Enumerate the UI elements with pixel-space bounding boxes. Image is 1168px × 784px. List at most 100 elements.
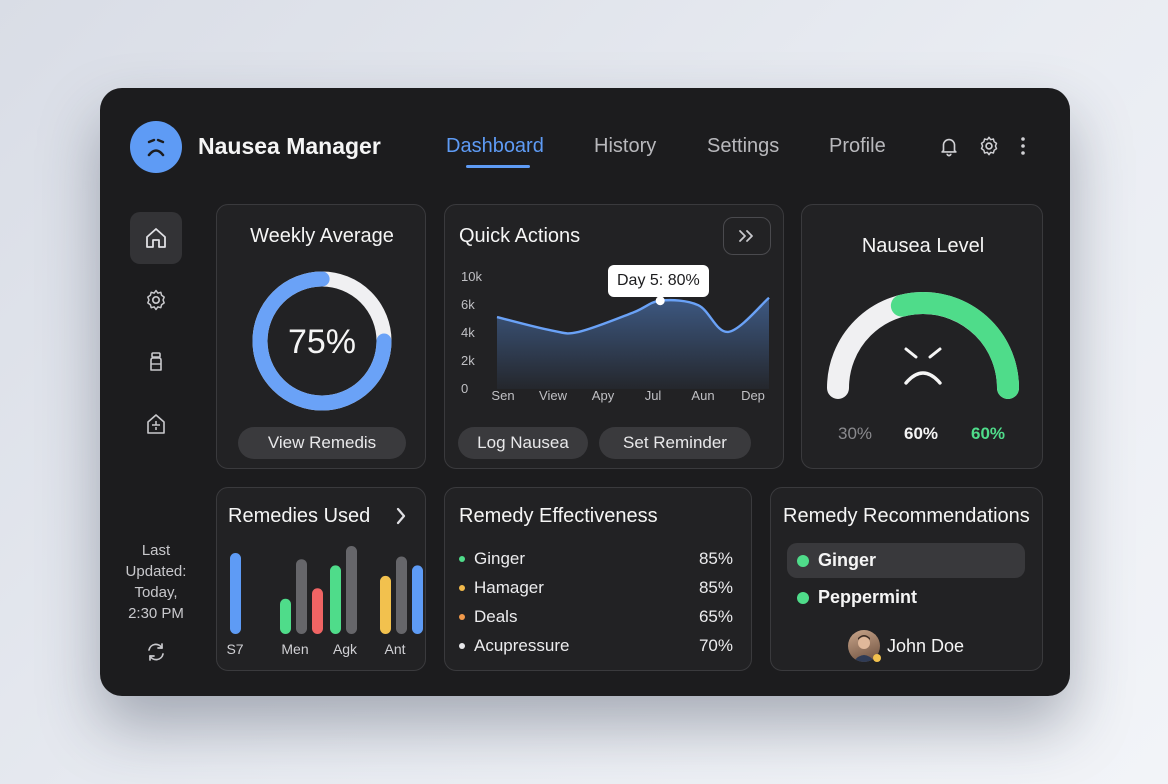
sidebar-item-settings[interactable] bbox=[130, 274, 182, 326]
bar-s7[interactable] bbox=[230, 553, 241, 634]
legend-dot bbox=[459, 643, 465, 649]
remedy-effectiveness-card: Remedy Effectiveness Ginger 85% Hamager 85%… bbox=[444, 487, 752, 671]
quick-actions-card: Quick Actions 10k 6k 4k 2k 0 Sen View Apy Jul Au… bbox=[444, 204, 784, 469]
remedy-name: Hamager bbox=[474, 578, 544, 597]
refresh-icon bbox=[148, 643, 164, 661]
chevron-right-icon[interactable] bbox=[395, 507, 407, 525]
effectiveness-row[interactable]: Deals 65% bbox=[459, 606, 733, 628]
user-name: John Doe bbox=[887, 636, 965, 656]
gear-icon[interactable] bbox=[976, 133, 1002, 159]
bar-ant[interactable] bbox=[380, 575, 391, 634]
effectiveness-row[interactable]: Acupressure 70% bbox=[459, 635, 733, 657]
double-chevron-right-icon bbox=[739, 230, 753, 242]
x-tick-label: Sen bbox=[491, 388, 514, 403]
tab-profile[interactable]: Profile bbox=[829, 135, 886, 158]
quick-actions-title: Quick Actions bbox=[459, 225, 581, 247]
y-tick-label: 6k bbox=[461, 297, 475, 312]
legend-dot bbox=[459, 614, 465, 620]
remedy-percentage: 85% bbox=[698, 549, 733, 568]
sidebar-item-cabinet[interactable] bbox=[130, 398, 182, 450]
tab-history[interactable]: History bbox=[594, 135, 656, 158]
last-updated-line: Today, bbox=[134, 584, 178, 601]
bar-men[interactable] bbox=[296, 559, 307, 634]
sidebar-item-remedies[interactable] bbox=[130, 336, 182, 388]
recommendation-label: Peppermint bbox=[818, 587, 918, 607]
effectiveness-row[interactable]: Hamager 85% bbox=[459, 577, 733, 599]
bell-icon[interactable] bbox=[936, 133, 962, 159]
last-updated-line: Updated: bbox=[125, 563, 187, 580]
chart-tooltip: Day 5: 80% bbox=[608, 265, 709, 297]
weekly-average-value: 75% bbox=[288, 323, 356, 361]
expand-button[interactable] bbox=[723, 217, 771, 255]
x-tick-label: Aun bbox=[691, 388, 714, 403]
remedy-percentage: 85% bbox=[698, 578, 733, 597]
tab-settings[interactable]: Settings bbox=[707, 135, 779, 158]
y-tick-label: 10k bbox=[461, 269, 482, 284]
more-vertical-icon[interactable] bbox=[1010, 133, 1036, 159]
bar-men[interactable] bbox=[312, 588, 323, 634]
active-tab-indicator bbox=[466, 165, 530, 168]
bar-ant[interactable] bbox=[412, 565, 423, 634]
gauge-label-current: 60% bbox=[904, 424, 939, 443]
remedy-name: Acupressure bbox=[474, 636, 570, 655]
effectiveness-row[interactable]: Ginger 85% bbox=[459, 548, 733, 570]
legend-dot bbox=[459, 556, 465, 562]
y-tick-label: 2k bbox=[461, 353, 475, 368]
sidebar-item-home[interactable] bbox=[130, 212, 182, 264]
x-tick-label: Apy bbox=[592, 388, 615, 403]
remedy-percentage: 65% bbox=[698, 607, 733, 626]
remedies-used-chart: S7 Men Agk Ant bbox=[226, 546, 423, 657]
cabinet-icon bbox=[147, 414, 165, 434]
remedy-percentage: 70% bbox=[698, 636, 733, 655]
y-tick-label: 0 bbox=[461, 381, 468, 396]
home-icon bbox=[146, 228, 166, 248]
app-window: Nausea Manager Dashboard History Setting… bbox=[100, 88, 1070, 696]
bar-men[interactable] bbox=[280, 598, 291, 634]
nausea-level-gauge bbox=[827, 292, 1019, 399]
bar-category-label: Ant bbox=[384, 641, 405, 657]
bar-category-label: S7 bbox=[226, 641, 243, 657]
bar-ant[interactable] bbox=[396, 556, 407, 634]
remedy-name: Deals bbox=[474, 607, 518, 626]
log-nausea-button[interactable]: Log Nausea bbox=[458, 427, 588, 459]
last-updated-line: 2:30 PM bbox=[128, 605, 184, 622]
sad-face-icon bbox=[147, 138, 165, 157]
refresh-button[interactable] bbox=[130, 626, 182, 678]
weekly-average-card: Weekly Average 75% View Remedis bbox=[216, 204, 426, 469]
x-tick-label: Dep bbox=[741, 388, 765, 403]
remedy-name: Ginger bbox=[474, 549, 526, 568]
settings-icon bbox=[147, 289, 165, 311]
chart-highlight-point[interactable] bbox=[655, 296, 665, 306]
tab-dashboard[interactable]: Dashboard bbox=[446, 135, 544, 158]
weekly-average-ring: 75% bbox=[252, 271, 392, 411]
legend-dot bbox=[459, 585, 465, 591]
sad-face-icon bbox=[904, 347, 942, 385]
nausea-level-title: Nausea Level bbox=[861, 235, 985, 257]
bottle-icon bbox=[150, 352, 162, 371]
nausea-level-card: Nausea Level 30% 60% 60% bbox=[801, 204, 1043, 469]
y-tick-label: 4k bbox=[461, 325, 475, 340]
status-dot bbox=[797, 591, 809, 604]
remedies-used-card: Remedies Used S7 Men Agk Ant bbox=[216, 487, 426, 671]
gauge-label-high: 60% bbox=[971, 424, 1006, 443]
bar-agk[interactable] bbox=[346, 546, 357, 634]
remedy-effectiveness-title: Remedy Effectiveness bbox=[459, 505, 658, 527]
last-updated-line: Last bbox=[141, 542, 171, 559]
app-title: Nausea Manager bbox=[198, 133, 381, 159]
recommendation-label: Ginger bbox=[818, 550, 877, 570]
last-updated-text: Last Updated: Today, 2:30 PM bbox=[114, 540, 198, 624]
bar-category-label: Agk bbox=[333, 641, 358, 657]
recommendation-item-peppermint[interactable]: Peppermint bbox=[787, 580, 1025, 615]
bar-agk[interactable] bbox=[330, 565, 341, 634]
status-dot bbox=[797, 554, 809, 567]
app-logo bbox=[130, 121, 182, 173]
set-reminder-button[interactable]: Set Reminder bbox=[599, 427, 751, 459]
x-tick-label: View bbox=[539, 388, 568, 403]
remedy-recommendations-title: Remedy Recommendations bbox=[783, 505, 1030, 527]
weekly-average-title: Weekly Average bbox=[250, 225, 394, 247]
view-remedies-button[interactable]: View Remedis bbox=[238, 427, 406, 459]
recommendation-item-ginger[interactable]: Ginger bbox=[787, 543, 1025, 578]
remedies-used-title: Remedies Used bbox=[228, 505, 371, 527]
x-tick-label: Jul bbox=[645, 388, 662, 403]
remedy-recommendations-card: Remedy Recommendations Ginger Peppermint… bbox=[770, 487, 1043, 671]
